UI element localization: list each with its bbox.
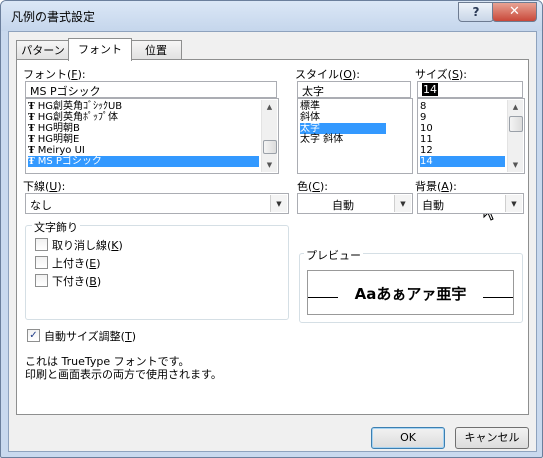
chevron-down-icon[interactable]: ▼ <box>505 195 522 212</box>
info-line-2: 印刷と画面表示の両方で使用されます。 <box>25 368 222 381</box>
preview-box: Aaあぁアァ亜宇 <box>307 270 514 315</box>
size-list[interactable]: 8 9 10 11 12 14 ▲ ▼ <box>417 98 525 174</box>
font-list-item[interactable]: Ŧ HG創英角ｺﾞｼｯｸUB <box>28 101 122 112</box>
style-list[interactable]: 標準 斜体 太字 太字 斜体 <box>297 98 413 174</box>
style-list-item[interactable]: 標準 <box>300 101 320 112</box>
strikethrough-checkbox[interactable] <box>35 238 48 251</box>
style-input[interactable]: 太字 <box>297 81 411 98</box>
autoscale-label: 自動サイズ調整(T) <box>44 330 136 343</box>
effects-group-title: 文字飾り <box>32 219 80 235</box>
background-select[interactable]: 自動 ▼ <box>417 193 524 214</box>
scroll-thumb[interactable] <box>263 140 277 154</box>
preview-sample-text: Aaあぁアァ亜宇 <box>354 285 467 303</box>
tab-position[interactable]: 位置 <box>130 40 182 60</box>
truetype-icon: Ŧ <box>28 146 35 156</box>
preview-group: プレビュー Aaあぁアァ亜宇 <box>299 247 523 323</box>
close-button[interactable]: ✕ <box>492 2 537 22</box>
subscript-label: 下付き(B) <box>52 275 102 288</box>
title-bar[interactable]: 凡例の書式設定 ? ✕ <box>1 1 542 31</box>
subscript-checkbox[interactable] <box>35 274 48 287</box>
font-tab-panel: フォント(F): MS Pゴシック Ŧ HG創英角ｺﾞｼｯｸUB Ŧ HG創英角ﾎﾟ… <box>16 59 529 415</box>
window-title: 凡例の書式設定 <box>11 10 96 24</box>
help-button[interactable]: ? <box>458 2 494 22</box>
font-list-item[interactable]: Ŧ HG明朝E <box>28 134 79 145</box>
font-list-item-selected[interactable]: Ŧ MS Pゴシック <box>28 156 259 167</box>
font-list[interactable]: Ŧ HG創英角ｺﾞｼｯｸUB Ŧ HG創英角ﾎﾟｯﾌﾟ体 Ŧ HG明朝B Ŧ HG明朝E… <box>25 98 279 174</box>
scroll-down-arrow-icon[interactable]: ▼ <box>508 158 523 172</box>
scroll-down-arrow-icon[interactable]: ▼ <box>262 158 277 172</box>
style-list-item[interactable]: 斜体 <box>300 112 320 123</box>
style-list-item[interactable]: 太字 斜体 <box>300 134 343 145</box>
size-list-item[interactable]: 9 <box>420 112 426 123</box>
dialog-client-area: パターン フォント 位置 フォント(F): MS Pゴシック Ŧ HG創英角ｺﾞｼ… <box>8 31 537 452</box>
underline-label: 下線(U): <box>23 180 66 193</box>
truetype-icon: Ŧ <box>28 102 35 112</box>
size-list-item[interactable]: 8 <box>420 101 426 112</box>
size-list-scrollbar[interactable]: ▲ ▼ <box>507 100 523 172</box>
size-input[interactable]: 14 <box>417 81 523 98</box>
font-list-item[interactable]: Ŧ Meiryo UI <box>28 145 85 156</box>
underline-select[interactable]: なし ▼ <box>25 193 289 214</box>
effects-group: 文字飾り 取り消し線(K) 上付き(E) 下付き(B) <box>25 219 289 320</box>
truetype-icon: Ŧ <box>28 124 35 134</box>
cancel-button[interactable]: キャンセル <box>455 427 529 449</box>
preview-group-title: プレビュー <box>304 247 363 263</box>
autoscale-checkbox[interactable]: ✓ <box>27 329 40 342</box>
size-list-item[interactable]: 12 <box>420 145 433 156</box>
style-list-item-selected[interactable]: 太字 <box>300 123 386 134</box>
ok-button[interactable]: OK <box>371 427 445 449</box>
scroll-thumb[interactable] <box>509 116 523 132</box>
font-input[interactable]: MS Pゴシック <box>25 81 277 98</box>
scroll-up-arrow-icon[interactable]: ▲ <box>262 100 277 114</box>
superscript-checkbox[interactable] <box>35 256 48 269</box>
chevron-down-icon[interactable]: ▼ <box>394 195 411 212</box>
size-list-item[interactable]: 10 <box>420 123 433 134</box>
truetype-icon: Ŧ <box>28 113 35 123</box>
font-list-scrollbar[interactable]: ▲ ▼ <box>261 100 277 172</box>
font-label: フォント(F): <box>23 68 86 81</box>
font-list-item[interactable]: Ŧ HG明朝B <box>28 123 80 134</box>
background-label: 背景(A): <box>415 180 457 193</box>
superscript-label: 上付き(E) <box>52 257 101 270</box>
tab-pattern[interactable]: パターン <box>16 40 70 60</box>
strikethrough-label: 取り消し線(K) <box>52 239 123 252</box>
chevron-down-icon[interactable]: ▼ <box>270 195 287 212</box>
color-select[interactable]: 自動 ▼ <box>297 193 413 214</box>
size-list-item-selected[interactable]: 14 <box>420 156 505 167</box>
color-label: 色(C): <box>297 180 328 193</box>
font-list-item[interactable]: Ŧ HG創英角ﾎﾟｯﾌﾟ体 <box>28 112 118 123</box>
size-list-item[interactable]: 11 <box>420 134 433 145</box>
tab-font[interactable]: フォント <box>68 38 132 61</box>
scroll-up-arrow-icon[interactable]: ▲ <box>508 100 523 114</box>
style-label: スタイル(O): <box>295 68 360 81</box>
truetype-icon: Ŧ <box>28 135 35 145</box>
dialog-window: 凡例の書式設定 ? ✕ パターン フォント 位置 フォント(F): MS Pゴシ… <box>0 0 543 458</box>
size-label: サイズ(S): <box>415 68 467 81</box>
truetype-icon: Ŧ <box>28 157 35 167</box>
